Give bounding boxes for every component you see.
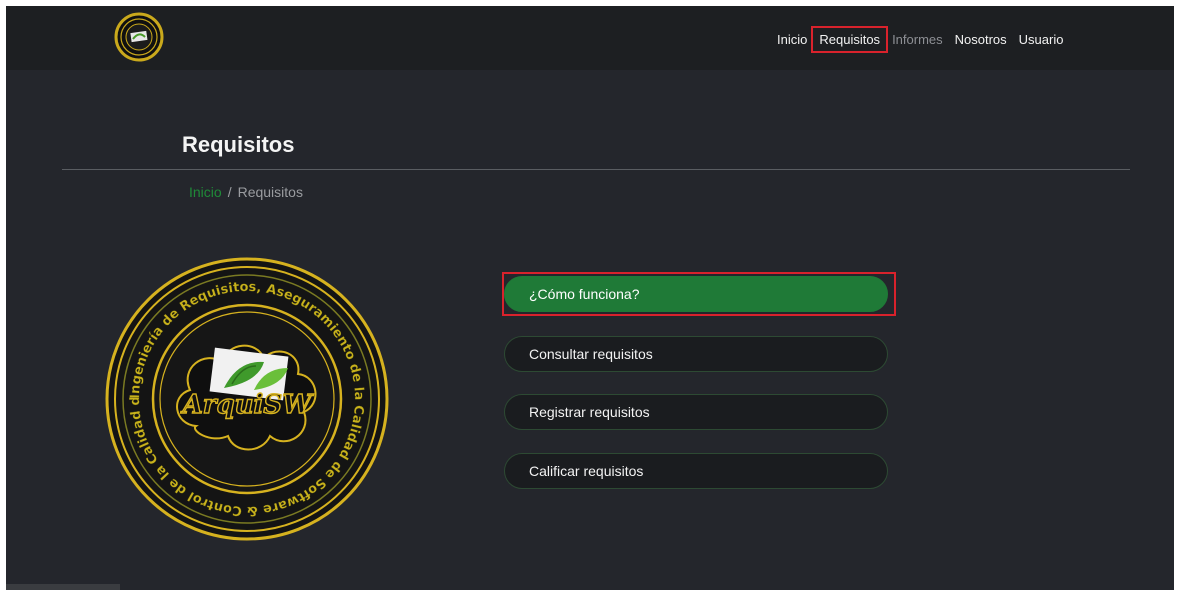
nav-links: Inicio Requisitos Informes Nosotros Usua… — [771, 26, 1070, 53]
breadcrumb-current: Requisitos — [237, 184, 303, 200]
breadcrumb: Inicio / Requisitos — [189, 184, 303, 200]
nav-link-nosotros[interactable]: Nosotros — [949, 28, 1013, 51]
status-strip — [6, 584, 120, 590]
consult-requirements-button[interactable]: Consultar requisitos — [504, 336, 888, 372]
breadcrumb-separator: / — [227, 184, 232, 200]
nav-link-informes[interactable]: Informes — [886, 28, 949, 51]
register-requirements-button[interactable]: Registrar requisitos — [504, 394, 888, 430]
nav-link-usuario[interactable]: Usuario — [1013, 28, 1070, 51]
title-divider — [62, 169, 1130, 170]
emblem-brand-text: ArquiSW — [180, 390, 315, 420]
how-it-works-button[interactable]: ¿Cómo funciona? — [504, 276, 888, 312]
app-window: Inicio Requisitos Informes Nosotros Usua… — [6, 6, 1174, 590]
arquisw-emblem: Ingeniería de Requisitos, Aseguramiento … — [104, 256, 389, 541]
nav-link-inicio[interactable]: Inicio — [771, 28, 813, 51]
page-title: Requisitos — [182, 132, 295, 157]
top-navbar: Inicio Requisitos Informes Nosotros Usua… — [6, 6, 1174, 70]
nav-link-requisitos[interactable]: Requisitos — [811, 26, 889, 53]
breadcrumb-home-link[interactable]: Inicio — [189, 184, 222, 200]
rate-requirements-button[interactable]: Calificar requisitos — [504, 453, 888, 489]
logo-icon[interactable] — [114, 12, 164, 62]
